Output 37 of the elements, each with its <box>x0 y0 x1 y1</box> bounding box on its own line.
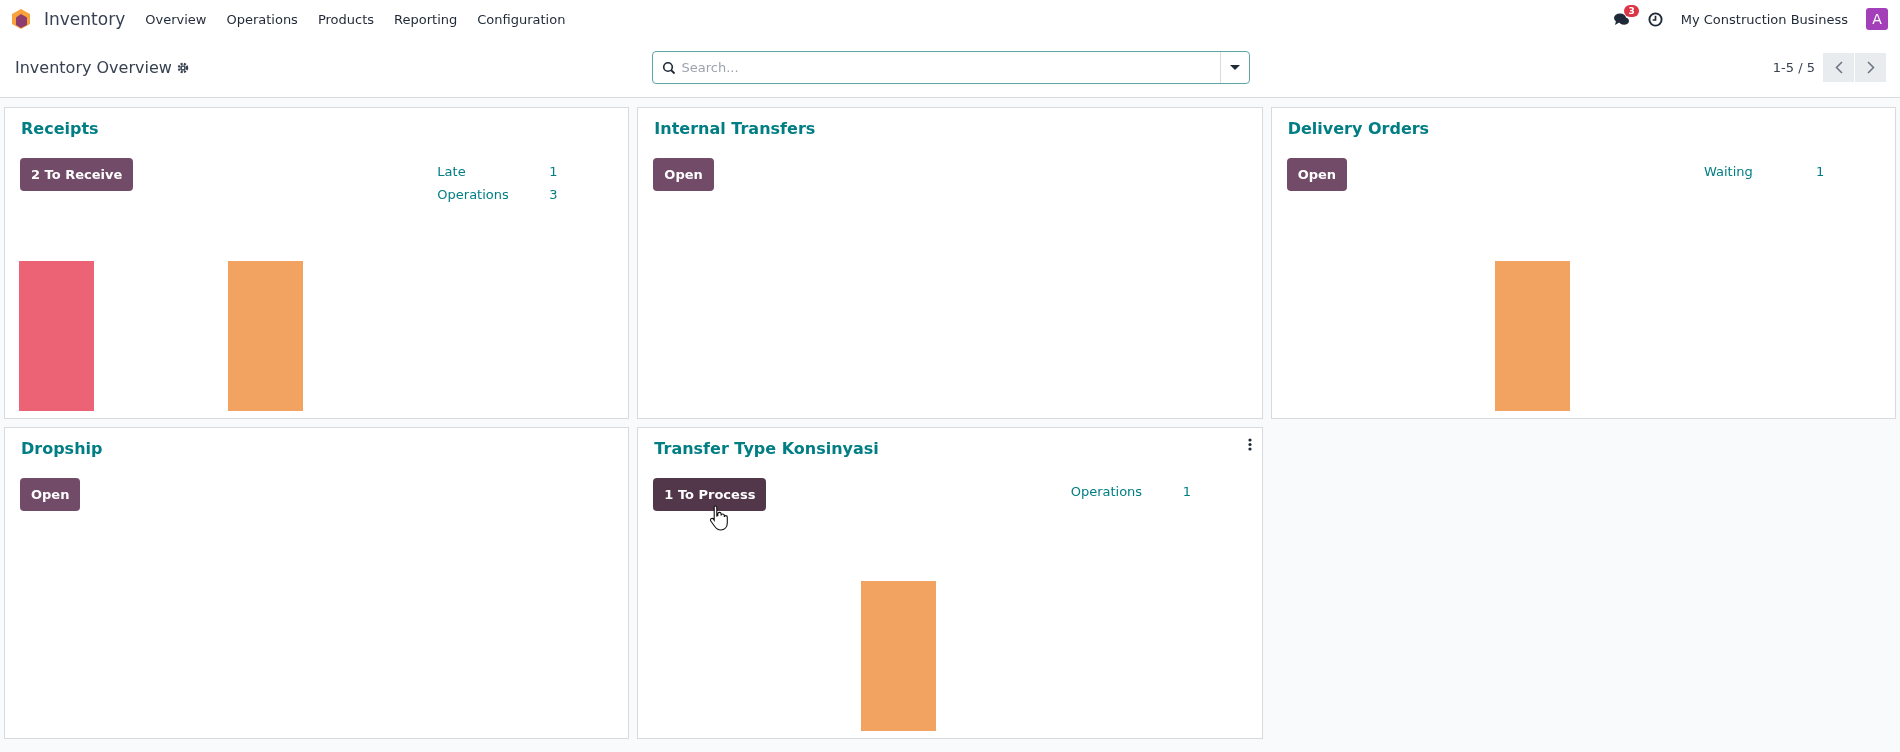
stat-value[interactable]: 1 <box>1816 164 1895 179</box>
card-title[interactable]: Transfer Type Konsinyasi <box>654 439 879 458</box>
card-action-button[interactable]: Open <box>1286 158 1348 191</box>
more-options-icon[interactable] <box>1245 436 1254 453</box>
pager-value[interactable]: 1-5 / 5 <box>1772 60 1815 75</box>
app-logo-icon <box>10 8 32 30</box>
menu-item[interactable]: Reporting <box>394 11 458 27</box>
user-avatar[interactable]: A <box>1866 8 1888 30</box>
menu-item[interactable]: Products <box>317 11 375 27</box>
card-title[interactable]: Receipts <box>21 119 99 138</box>
stat-value[interactable]: 1 <box>549 164 629 179</box>
stat-label[interactable]: Operations <box>1070 484 1183 499</box>
menu-item[interactable]: Operations <box>226 11 298 27</box>
stat-value[interactable]: 1 <box>1182 484 1262 499</box>
stat-label[interactable]: Operations <box>437 187 550 202</box>
stat-label[interactable]: Late <box>437 164 550 179</box>
menu-item[interactable]: Configuration <box>477 11 566 27</box>
clock-icon[interactable] <box>1647 11 1663 27</box>
stat-label[interactable]: Waiting <box>1704 164 1816 179</box>
chevron-left-icon <box>1834 61 1843 74</box>
card-title[interactable]: Internal Transfers <box>654 119 816 138</box>
stat-value[interactable]: 3 <box>549 187 629 202</box>
menu-item[interactable]: Overview <box>145 11 207 27</box>
card-action-button[interactable]: Open <box>653 158 714 191</box>
messages-icon[interactable] <box>1612 11 1630 27</box>
message-count-badge: 3 <box>1624 4 1639 17</box>
caret-icon <box>1229 64 1240 71</box>
card-title[interactable]: Dropship <box>21 439 103 458</box>
page-title: Inventory Overview <box>15 58 172 77</box>
app-name[interactable]: Inventory <box>44 9 126 29</box>
card-action-button[interactable]: Open <box>20 478 81 511</box>
chevron-right-icon <box>1866 61 1875 74</box>
settings-icon[interactable] <box>176 61 189 74</box>
search-icon <box>661 60 676 75</box>
card-title[interactable]: Delivery Orders <box>1287 119 1430 138</box>
company-name[interactable]: My Construction Business <box>1680 11 1848 27</box>
card-action-button[interactable]: 2 To Receive <box>20 158 134 191</box>
